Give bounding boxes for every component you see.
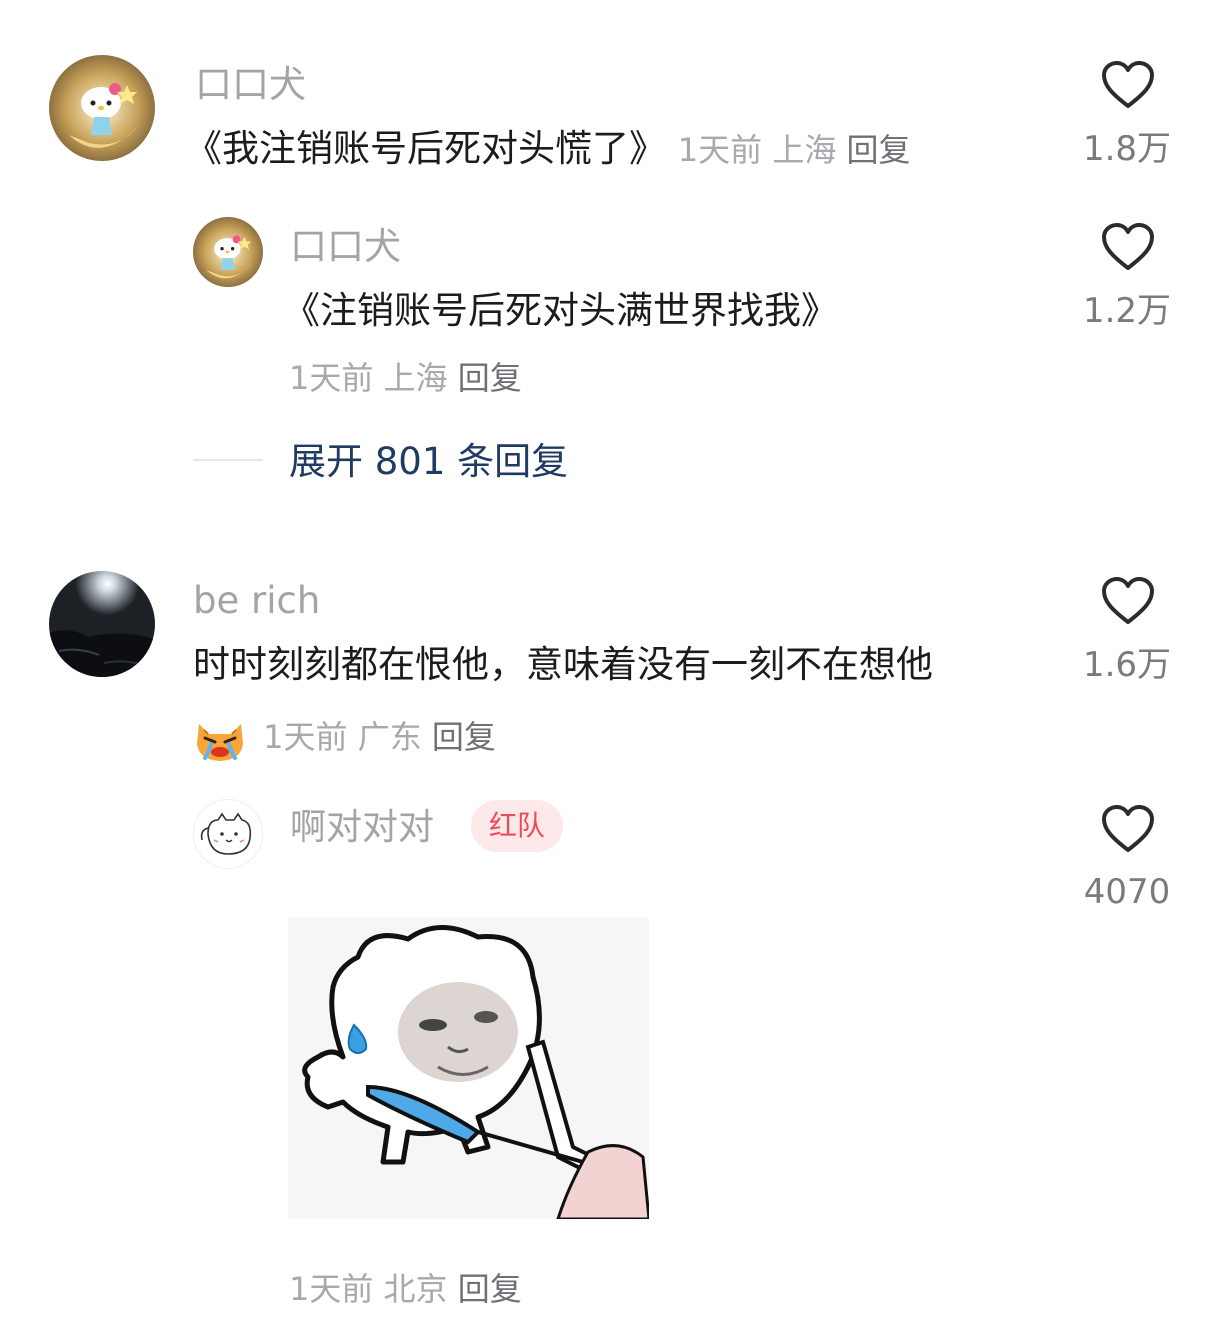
comment-time: 1天前 bbox=[289, 1270, 374, 1308]
username[interactable]: be rich bbox=[193, 582, 320, 619]
comment-time: 1天前 bbox=[263, 718, 348, 756]
reply-button[interactable]: 回复 bbox=[458, 359, 522, 397]
like-count: 1.2万 bbox=[1082, 291, 1172, 331]
comment-location: 北京 bbox=[383, 1270, 448, 1308]
comment-text: 《我注销账号后死对头慌了》 1天前 上海 回复 bbox=[185, 130, 911, 167]
like-count: 4070 bbox=[1083, 872, 1171, 912]
comment-meta: 1天前 广东 回复 bbox=[193, 714, 496, 764]
heart-icon[interactable] bbox=[1101, 576, 1155, 626]
comment-text: 《注销账号后死对头满世界找我》 bbox=[283, 289, 838, 332]
comment-meta: 1天前 上海 回复 bbox=[289, 362, 522, 394]
like-count: 1.6万 bbox=[1082, 645, 1172, 685]
comment-text-content: 《我注销账号后死对头慌了》 bbox=[185, 127, 666, 170]
expand-replies-button[interactable]: 展开 801 条回复 bbox=[289, 443, 568, 480]
comment-time: 1天前 bbox=[677, 131, 763, 169]
comment-location: 上海 bbox=[383, 359, 448, 397]
meme-sticker-image[interactable] bbox=[288, 917, 649, 1219]
avatar[interactable] bbox=[49, 55, 155, 161]
crying-cat-emoji-icon bbox=[193, 714, 247, 764]
heart-icon[interactable] bbox=[1101, 60, 1155, 110]
heart-icon[interactable] bbox=[1101, 222, 1155, 272]
heart-icon[interactable] bbox=[1101, 804, 1155, 854]
avatar[interactable] bbox=[193, 799, 263, 869]
avatar[interactable] bbox=[193, 217, 263, 287]
comment-meta: 1天前 北京 回复 bbox=[289, 1273, 522, 1305]
username[interactable]: 口口犬 bbox=[195, 66, 306, 103]
username[interactable]: 口口犬 bbox=[290, 228, 401, 265]
username[interactable]: 啊对对对 bbox=[290, 810, 434, 846]
comment-time: 1天前 bbox=[289, 359, 374, 397]
divider bbox=[193, 459, 263, 461]
team-badge: 红队 bbox=[471, 800, 564, 852]
comment-location: 广东 bbox=[357, 718, 422, 756]
comment-text: 时时刻刻都在恨他，意味着没有一刻不在想他 bbox=[193, 643, 933, 686]
reply-button[interactable]: 回复 bbox=[458, 1270, 522, 1308]
reply-button[interactable]: 回复 bbox=[847, 131, 911, 169]
comment-meta: 1天前 上海 回复 bbox=[678, 131, 911, 169]
reply-button[interactable]: 回复 bbox=[432, 718, 496, 756]
comment-location: 上海 bbox=[772, 131, 837, 169]
like-count: 1.8万 bbox=[1082, 129, 1172, 169]
avatar[interactable] bbox=[49, 571, 155, 677]
